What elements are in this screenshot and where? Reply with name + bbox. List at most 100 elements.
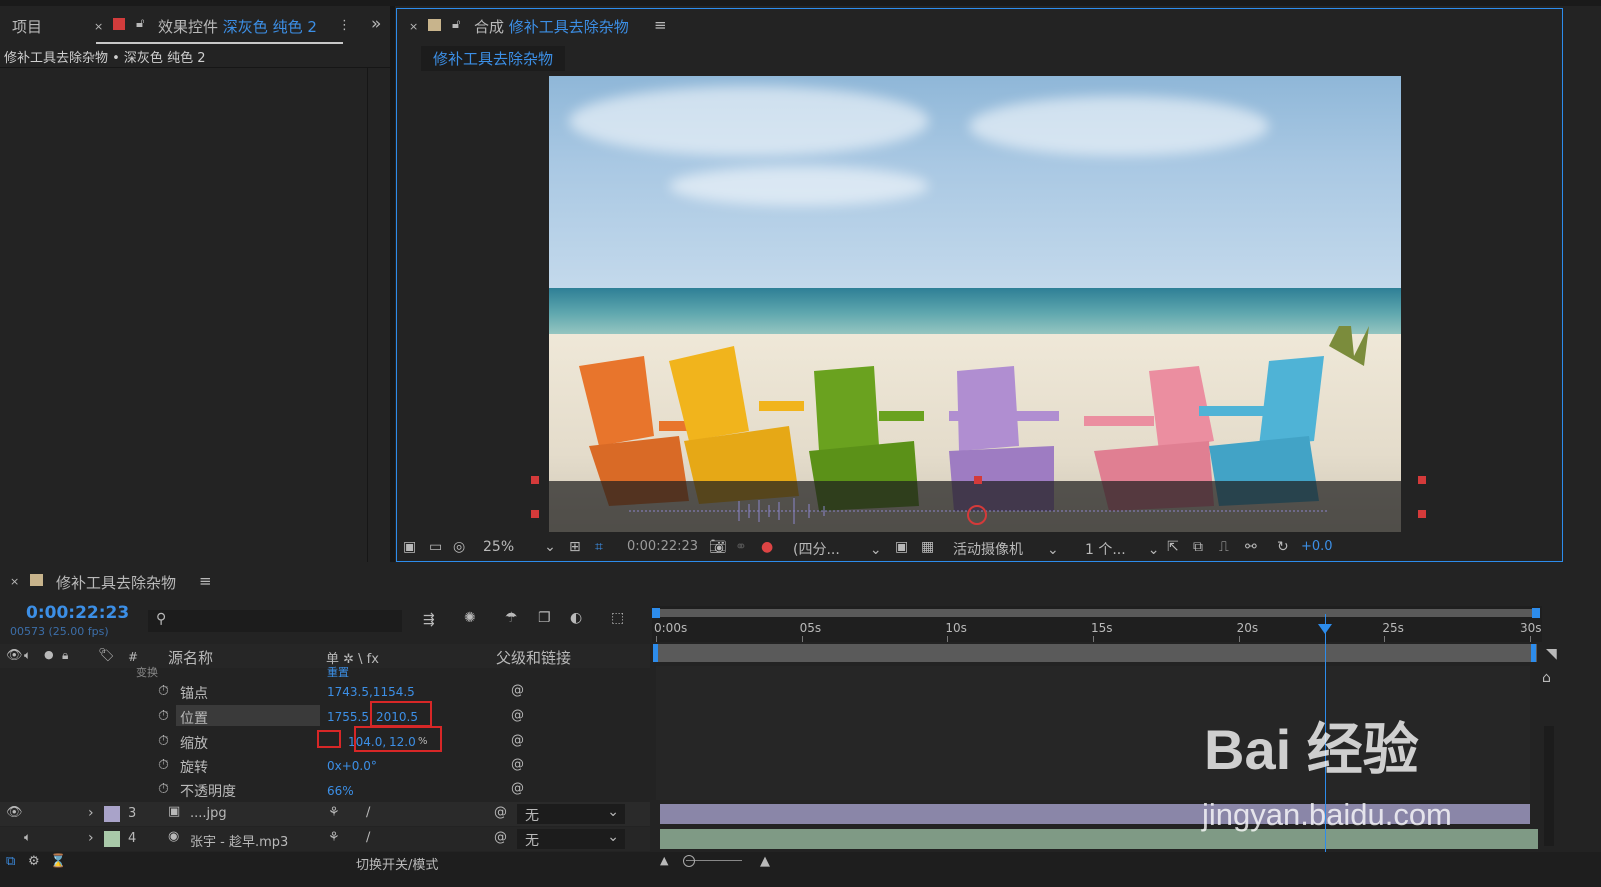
pickwhip-icon[interactable]: @ xyxy=(511,757,524,772)
close-icon[interactable]: × xyxy=(94,20,103,33)
layer-row[interactable]: 👁︎ › 3 ▣ ....jpg ⚘ ∕ @ 无 ⌄ xyxy=(0,802,650,826)
transparency-grid-icon[interactable]: ⌗ xyxy=(595,539,603,555)
close-icon[interactable]: × xyxy=(10,575,19,588)
close-icon[interactable]: × xyxy=(409,20,418,33)
resolution-select[interactable]: (四分... ⌄ xyxy=(793,539,882,559)
comp-mini-flowchart-icon[interactable]: ⇶ xyxy=(423,612,435,628)
mask-view-icon[interactable]: ◎ xyxy=(453,539,465,555)
checkerboard-icon[interactable]: ▦ xyxy=(921,539,934,555)
vertical-scrollbar[interactable] xyxy=(1544,726,1554,846)
region-of-interest-icon[interactable]: ▣ xyxy=(895,539,908,555)
comp-viewer-image[interactable] xyxy=(549,76,1401,532)
time-navigator[interactable] xyxy=(656,644,1537,662)
chevron-right-icon[interactable]: › xyxy=(88,830,94,846)
prop-opacity-value[interactable]: 66% xyxy=(327,784,354,798)
eye-icon[interactable]: 👁︎ xyxy=(6,805,23,820)
channel-rgb-icon[interactable]: ● xyxy=(761,539,773,555)
show-snapshot-icon[interactable]: ⚭ xyxy=(735,539,747,555)
draft-3d-icon[interactable]: ✺ xyxy=(464,610,476,626)
comment-icon[interactable]: ◥ xyxy=(1546,646,1557,662)
tab-menu-icon[interactable]: ⋮ xyxy=(338,18,351,33)
flowchart-icon[interactable]: ⚯ xyxy=(1245,539,1257,555)
panel-splitter[interactable] xyxy=(390,6,395,562)
lock-icon[interactable]: 🔓︎ xyxy=(452,17,460,32)
shy-layers-icon[interactable]: ☂ xyxy=(505,610,518,626)
timeline-title[interactable]: 修补工具去除杂物 xyxy=(56,572,176,593)
zoom-out-icon[interactable]: ▲ xyxy=(660,854,668,867)
prop-rotation-value[interactable]: 0x+0.0° xyxy=(327,759,377,773)
prop-anchor-value[interactable]: 1743.5,1154.5 xyxy=(327,685,415,699)
toggle-switches-modes[interactable]: 切换开关/模式 xyxy=(356,854,438,873)
audio-icon[interactable]: 🔈︎ xyxy=(24,648,31,663)
solo-icon[interactable]: ● xyxy=(44,648,54,661)
shy-switch-icon[interactable]: ⚘ xyxy=(328,830,340,845)
lock-icon[interactable]: 🔒︎ xyxy=(62,648,68,663)
column-source-name[interactable]: 源名称 xyxy=(168,647,213,668)
pickwhip-icon[interactable]: @ xyxy=(511,733,524,748)
viewer-timecode[interactable]: 0:00:22:23 xyxy=(627,539,698,554)
pickwhip-icon[interactable]: @ xyxy=(511,781,524,796)
quality-switch-icon[interactable]: ∕ xyxy=(366,805,370,820)
layer-label-color[interactable] xyxy=(104,831,120,847)
zoom-slider-handle[interactable] xyxy=(683,855,695,867)
parent-select[interactable]: 无 ⌄ xyxy=(517,804,625,824)
playhead-handle[interactable] xyxy=(1318,624,1333,634)
layer-marker-icon[interactable]: ⌂ xyxy=(1542,670,1551,686)
shy-switch-icon[interactable]: ⚘ xyxy=(328,805,340,820)
stopwatch-icon[interactable]: ⏱︎ xyxy=(158,683,169,699)
camera-select[interactable]: 活动摄像机 ⌄ xyxy=(953,539,1059,559)
work-area-start[interactable] xyxy=(652,608,660,618)
anchor-point-icon[interactable] xyxy=(967,505,987,525)
column-parent[interactable]: 父级和链接 xyxy=(496,647,571,668)
snapshot-camera-icon[interactable]: 📷︎ xyxy=(709,539,727,555)
transfer-controls-icon[interactable]: ⚙ xyxy=(28,854,40,869)
view-layout-select[interactable]: 1 个... ⌄ xyxy=(1085,539,1159,559)
transform-handle[interactable] xyxy=(1418,510,1426,518)
layer-row[interactable]: 🔈︎ › 4 ◉ 张宇 - 趁早.mp3 ⚘ ∕ @ 无 ⌄ xyxy=(0,827,650,851)
quality-switch-icon[interactable]: ∕ xyxy=(366,830,370,845)
stopwatch-icon[interactable]: ⏱︎ xyxy=(158,708,169,724)
always-preview-icon[interactable]: ▣ xyxy=(403,539,416,555)
pickwhip-icon[interactable]: @ xyxy=(511,683,524,698)
monitor-icon[interactable]: ▭ xyxy=(429,539,442,555)
eye-icon[interactable]: 👁︎ xyxy=(6,648,23,663)
graph-editor-icon[interactable]: ⬚ xyxy=(611,610,624,626)
comp-subtab[interactable]: 修补工具去除杂物 xyxy=(421,46,566,71)
expand-panels-icon[interactable]: » xyxy=(371,14,381,34)
reset-exposure-icon[interactable]: ↻ xyxy=(1277,539,1289,555)
hamburger-menu-icon[interactable]: ≡ xyxy=(199,572,212,590)
scrollbar-track[interactable] xyxy=(367,68,368,562)
transform-handle[interactable] xyxy=(1418,476,1426,484)
tab-project[interactable]: 项目 xyxy=(12,16,42,37)
grid-icon[interactable]: ⊞ xyxy=(569,539,581,555)
audio-icon[interactable]: 🔈︎ xyxy=(24,830,31,845)
chevron-right-icon[interactable]: › xyxy=(88,805,94,821)
tab-effect-controls[interactable]: 效果控件 深灰色 纯色 2 xyxy=(158,16,317,37)
pickwhip-icon[interactable]: @ xyxy=(511,708,524,723)
parent-select[interactable]: 无 ⌄ xyxy=(517,829,625,849)
prop-position-x[interactable]: 1755.5, xyxy=(327,710,373,724)
stopwatch-icon[interactable]: ⏱︎ xyxy=(158,781,169,797)
timeline-icon[interactable]: ⎍ xyxy=(1219,539,1229,555)
current-time-display[interactable]: 0:00:22:23 xyxy=(26,603,129,623)
layer-name[interactable]: 张宇 - 趁早.mp3 xyxy=(190,831,288,850)
label-tag-icon[interactable]: 🏷︎ xyxy=(98,648,115,663)
pickwhip-icon[interactable]: @ xyxy=(494,830,507,845)
zoom-in-icon[interactable]: ▲ xyxy=(760,854,770,869)
transform-handle[interactable] xyxy=(531,510,539,518)
fast-preview-icon[interactable]: ⧉ xyxy=(1193,539,1203,555)
time-navigator-start[interactable] xyxy=(653,644,658,662)
layer-label-color[interactable] xyxy=(104,806,120,822)
search-input[interactable]: ⚲ xyxy=(148,610,402,632)
tab-composition[interactable]: 合成 修补工具去除杂物 xyxy=(474,16,629,37)
layer-name[interactable]: ....jpg xyxy=(190,806,227,821)
stopwatch-icon[interactable]: ⏱︎ xyxy=(158,757,169,773)
constrain-proportions-box[interactable] xyxy=(317,730,341,748)
work-area-end[interactable] xyxy=(1532,608,1540,618)
work-area-bar[interactable] xyxy=(656,609,1537,617)
lock-icon[interactable]: 🔓︎ xyxy=(136,16,144,31)
frame-blending-icon[interactable]: ❐ xyxy=(538,610,551,626)
transform-handle[interactable] xyxy=(974,476,982,484)
zoom-select[interactable]: 25% ⌄ xyxy=(483,539,556,555)
motion-blur-icon[interactable]: ◐ xyxy=(570,610,582,626)
